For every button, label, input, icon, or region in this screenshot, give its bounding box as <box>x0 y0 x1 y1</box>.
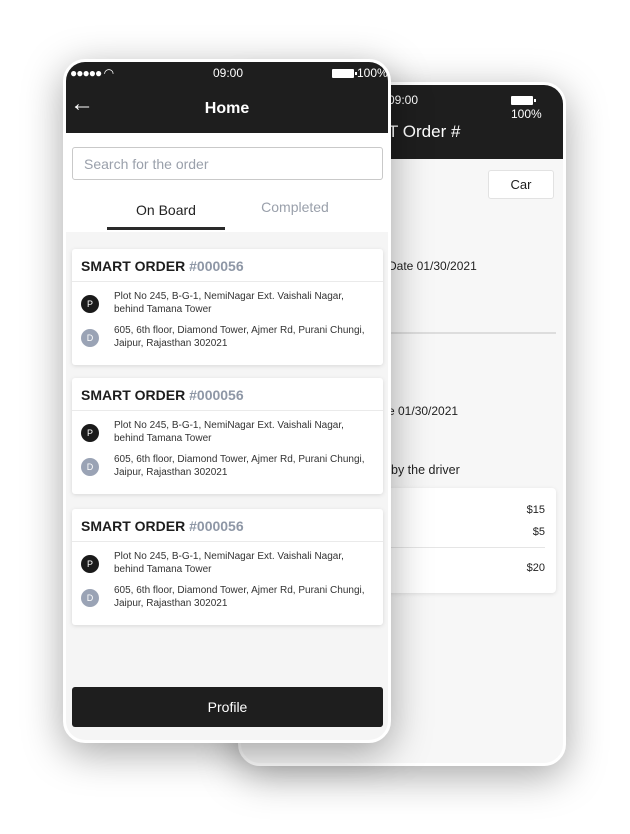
profile-button[interactable]: Profile <box>72 687 383 727</box>
pickup-badge: P <box>81 295 99 313</box>
battery-level: 100% <box>511 107 542 121</box>
pickup-address: Plot No 245, B-G-1, NemiNagar Ext. Vaish… <box>114 551 344 575</box>
divider <box>381 547 545 548</box>
battery-icon <box>511 96 536 106</box>
drop-badge: D <box>81 589 99 607</box>
order-number: #000056 <box>189 518 244 534</box>
pickup-address: Plot No 245, B-G-1, NemiNagar Ext. Vaish… <box>114 420 344 444</box>
drop-address: 605, 6th floor, Diamond Tower, Ajmer Rd,… <box>114 454 365 478</box>
pickup-badge: P <box>81 424 99 442</box>
car-button[interactable]: Car <box>488 170 554 199</box>
order-card[interactable]: SMART ORDER #000056 P Plot No 245, B-G-1,… <box>72 249 383 365</box>
date-text: Date 01/30/2021 <box>388 259 477 273</box>
active-tab-indicator <box>107 227 225 230</box>
pickup-badge: P <box>81 555 99 573</box>
header: ●●●●● ︎◠ 09:00 100% ← Home <box>66 62 388 133</box>
home-screen: ●●●●● ︎◠ 09:00 100% ← Home On Board Comp… <box>63 59 391 743</box>
price: $15 <box>526 504 545 516</box>
page-title: Home <box>204 100 250 117</box>
order-list: SMART ORDER #000056 P Plot No 245, B-G-1,… <box>66 232 388 740</box>
status-time: 09:00 <box>388 93 419 107</box>
drop-address: 605, 6th floor, Diamond Tower, Ajmer Rd,… <box>114 325 365 349</box>
divider <box>391 332 556 334</box>
tab-on-board[interactable]: On Board <box>107 202 225 218</box>
drop-badge: D <box>81 329 99 347</box>
drop-address: 605, 6th floor, Diamond Tower, Ajmer Rd,… <box>114 585 365 609</box>
order-title: SMART ORDER <box>81 387 186 403</box>
status-time: 09:00 <box>213 66 244 80</box>
order-number: #000056 <box>189 258 244 274</box>
price: $5 <box>532 526 545 538</box>
price-card: $15 $5 $20 <box>381 488 556 593</box>
drop-badge: D <box>81 458 99 476</box>
battery-level: 100% <box>357 66 388 80</box>
pickup-address: Plot No 245, B-G-1, NemiNagar Ext. Vaish… <box>114 291 344 315</box>
order-card[interactable]: SMART ORDER #000056 P Plot No 245, B-G-1,… <box>72 509 383 625</box>
order-title: SMART ORDER <box>81 258 186 274</box>
search-input[interactable] <box>72 147 383 180</box>
date-text: e 01/30/2021 <box>388 404 459 418</box>
order-number: #000056 <box>189 387 244 403</box>
total-price: $20 <box>526 562 545 574</box>
driver-text: by the driver <box>391 463 460 477</box>
page-title: T Order # <box>388 122 461 141</box>
order-card[interactable]: SMART ORDER #000056 P Plot No 245, B-G-1,… <box>72 378 383 494</box>
order-title: SMART ORDER <box>81 518 186 534</box>
tab-completed[interactable]: Completed <box>236 199 354 215</box>
signal-wifi-icon: ●●●●● ︎◠ <box>70 66 114 80</box>
battery-icon <box>332 69 357 79</box>
